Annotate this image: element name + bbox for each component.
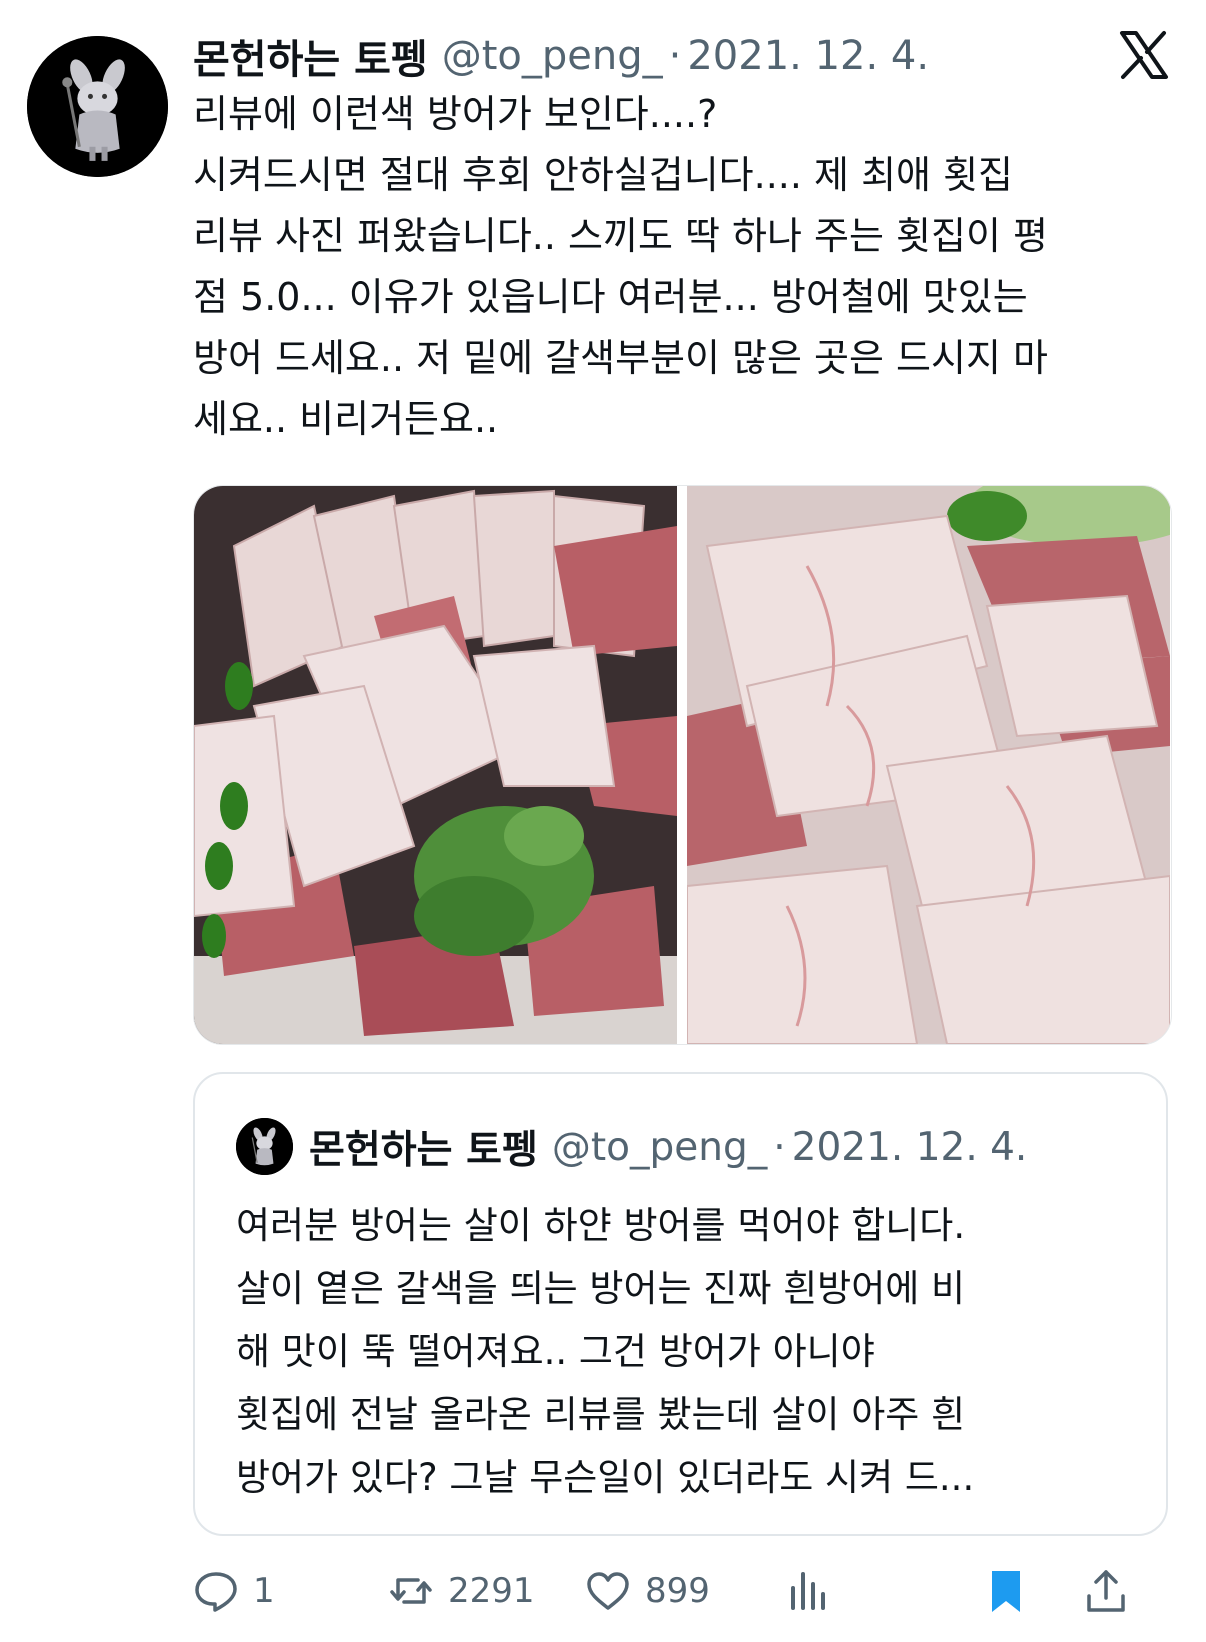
like-button[interactable]: 899 [585,1566,710,1616]
author-display-name[interactable]: 몬헌하는 토펭 [193,27,428,85]
tweet-text-line: 리뷰에 이런색 방어가 보인다....? [193,92,718,136]
tweet-media [193,485,1172,1045]
quoted-date: 2021. 12. 4. [791,1124,1028,1170]
tweet-text-line: 리뷰 사진 퍼왔습니다.. 스끼도 딱 하나 주는 횟집이 평 [193,214,1048,258]
reply-button[interactable]: 1 [193,1566,275,1616]
quoted-text-line: 방어가 있다? 그날 무슨일이 있더라도 시켜 드... [236,1456,975,1499]
quoted-text-line: 횟집에 전날 올라온 리뷰를 봤는데 살이 아주 흰 [236,1393,966,1436]
quoted-avatar[interactable] [236,1118,293,1175]
share-button[interactable] [1083,1566,1129,1616]
retweet-button[interactable]: 2291 [388,1566,535,1616]
views-button[interactable] [785,1566,831,1616]
quoted-display-name: 몬헌하는 토펭 [309,1128,538,1173]
quoted-text-line: 해 맛이 뚝 떨어져요.. 그건 방어가 아니야 [236,1330,875,1373]
reply-icon [195,1572,237,1612]
separator-dot: · [773,1124,786,1170]
tweet-text-line: 방어 드세요.. 저 밑에 갈색부분이 많은 곳은 드시지 마 [193,336,1048,380]
reply-count: 1 [253,1571,275,1611]
quoted-text: 여러분 방어는 살이 하얀 방어를 먹어야 합니다. 살이 옅은 갈색을 띄는 … [236,1194,1136,1509]
avatar[interactable] [27,36,168,177]
sashimi-closeup-photo[interactable] [687,486,1170,1044]
bookmark-button[interactable] [983,1566,1029,1616]
quoted-text-line: 살이 옅은 갈색을 띄는 방어는 진짜 흰방어에 비 [236,1267,966,1310]
tweet-header: 몬헌하는 토펭 @to_peng_ · 2021. 12. 4. [193,26,929,86]
tweet-text-line: 시켜드시면 절대 후회 안하실겁니다.... 제 최애 횟집 [193,153,1013,197]
quoted-tweet[interactable]: 몬헌하는 토펭 @to_peng_ · 2021. 12. 4. 여러분 방어는… [193,1072,1168,1536]
tweet-text-line: 점 5.0... 이유가 있읍니다 여러분... 방어철에 맛있는 [193,275,1028,319]
views-icon [791,1572,825,1610]
like-count: 899 [645,1571,710,1611]
share-icon [1087,1570,1125,1612]
quoted-text-line: 여러분 방어는 살이 하얀 방어를 먹어야 합니다. [236,1204,966,1247]
author-handle[interactable]: @to_peng_ [442,33,663,79]
avatar-icon [27,36,168,177]
retweet-count: 2291 [448,1571,535,1611]
quoted-header: 몬헌하는 토펭 @to_peng_ · 2021. 12. 4. [309,1118,1027,1176]
tweet-text-line: 세요.. 비리거든요.. [193,397,499,441]
sashimi-platter-photo[interactable] [194,486,677,1044]
retweet-icon [390,1578,432,1604]
action-bar: 1 2291 899 [193,1556,1178,1626]
heart-icon [587,1572,629,1610]
avatar-icon [236,1118,293,1175]
x-logo-icon[interactable] [1118,30,1170,80]
quoted-handle: @to_peng_ [551,1124,768,1170]
tweet[interactable]: 몬헌하는 토펭 @to_peng_ · 2021. 12. 4. 리뷰에 이런색… [0,0,1206,1642]
bookmark-icon [992,1571,1020,1612]
tweet-date[interactable]: 2021. 12. 4. [687,33,929,79]
separator-dot: · [668,33,682,79]
tweet-text: 리뷰에 이런색 방어가 보인다....? 시켜드시면 절대 후회 안하실겁니다.… [193,84,1168,450]
